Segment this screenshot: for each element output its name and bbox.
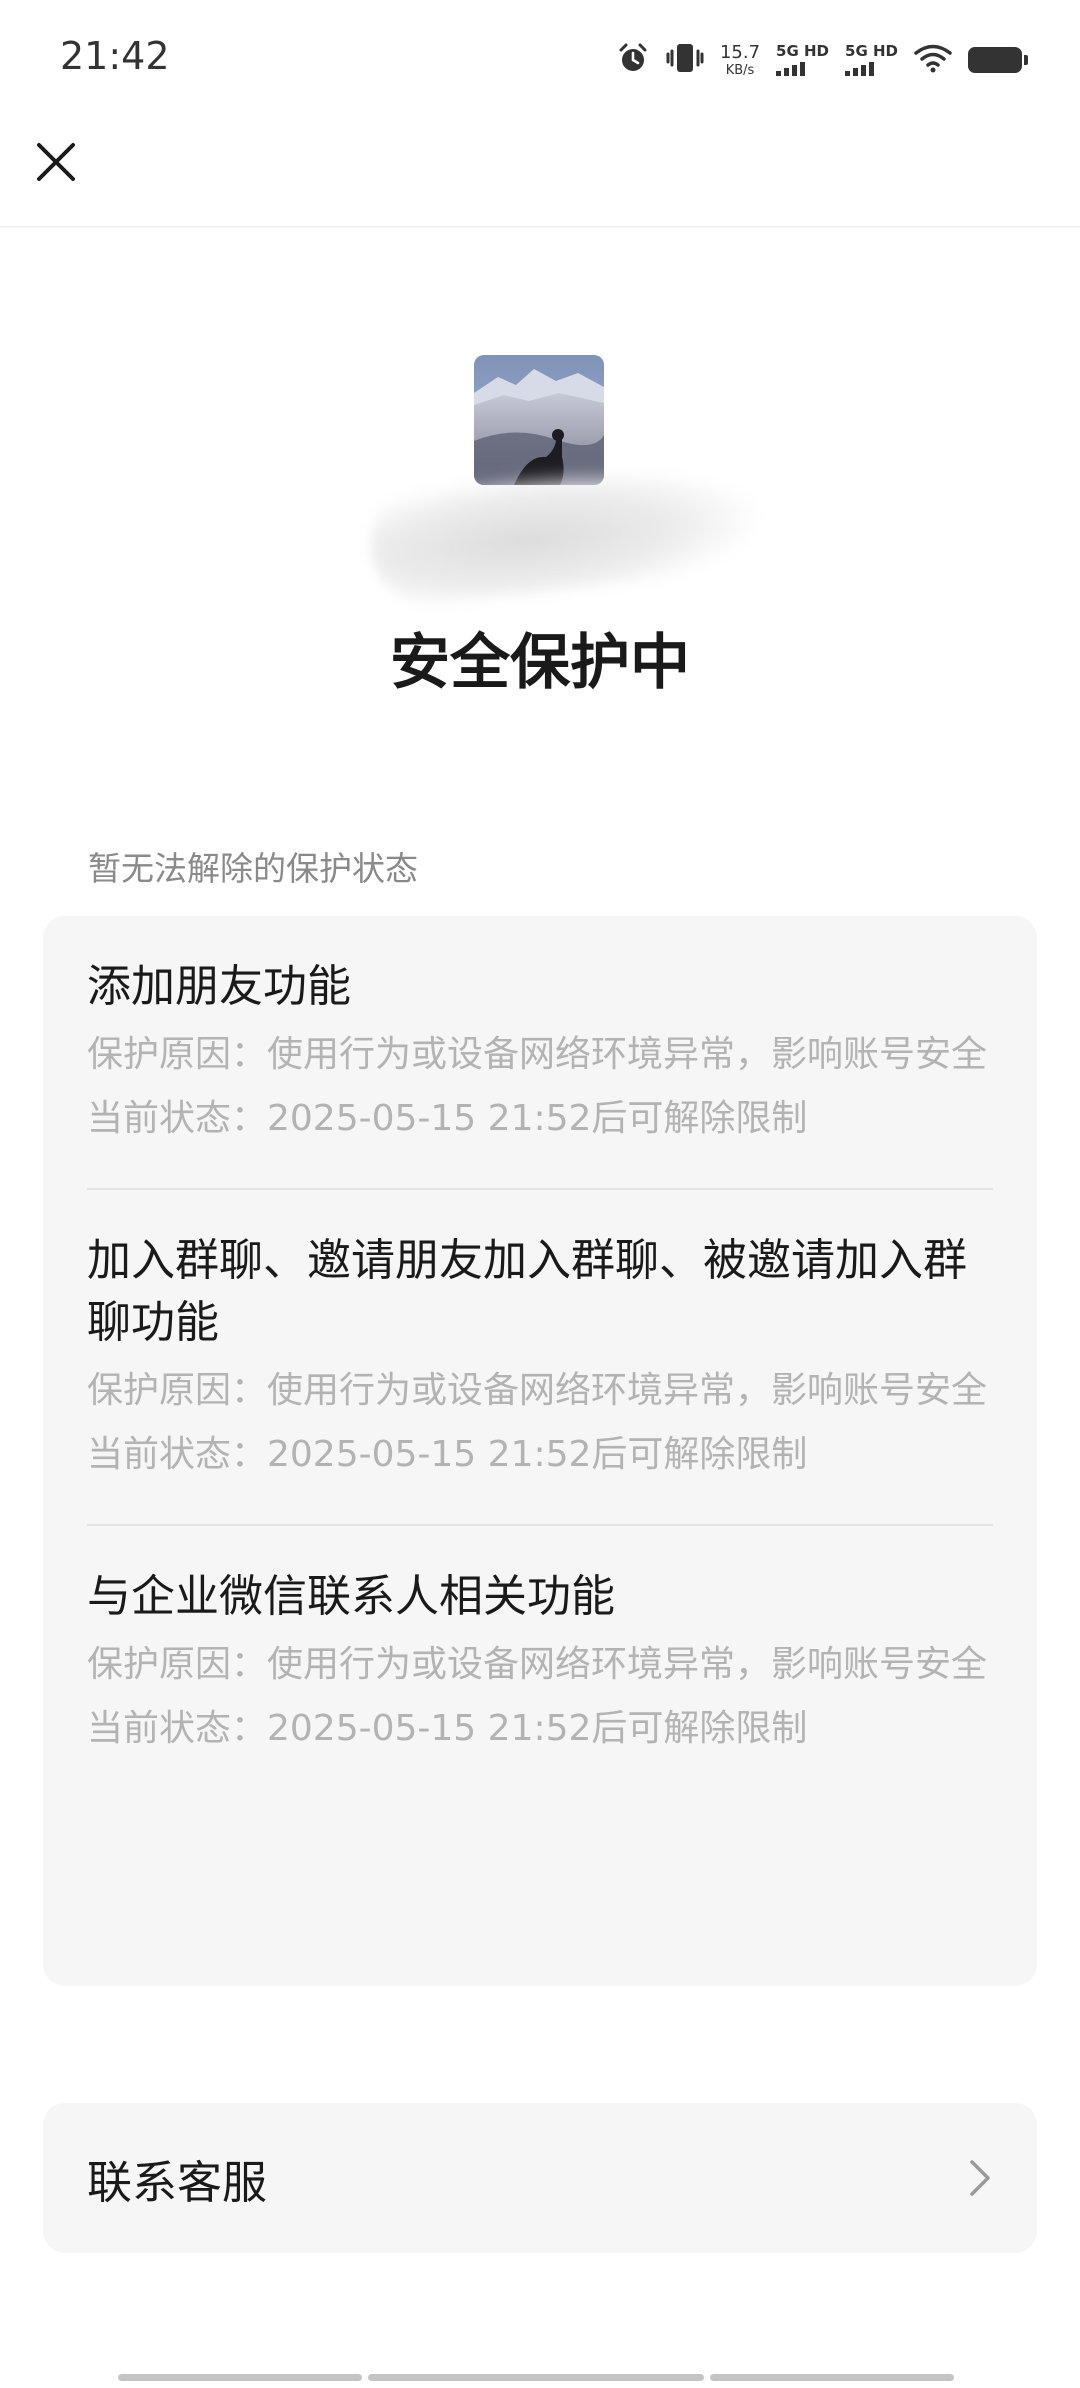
status-icons: 15.7 KB/s 5G HD 5G HD <box>616 38 1028 82</box>
item-status: 当前状态：2025-05-15 21:52后可解除限制 <box>87 1708 808 1749</box>
list-item: 添加朋友功能 保护原因：使用行为或设备网络环境异常，影响账号安全 当前状态：20… <box>87 916 993 1190</box>
contact-label: 联系客服 <box>87 2155 268 2209</box>
signal-label: 5G HD <box>845 42 898 60</box>
close-icon <box>37 143 75 181</box>
restrictions-card: 添加朋友功能 保护原因：使用行为或设备网络环境异常，影响账号安全 当前状态：20… <box>43 916 1037 1986</box>
status-bar: 21:42 15.7 KB/s 5G HD 5G HD <box>0 0 1080 110</box>
item-title: 添加朋友功能 <box>87 961 351 1012</box>
item-status: 当前状态：2025-05-15 21:52后可解除限制 <box>87 1098 808 1139</box>
signal-icon: 5G HD <box>776 44 829 76</box>
chevron-right-icon <box>970 2160 990 2196</box>
signal-label: 5G HD <box>776 42 830 60</box>
item-title: 与企业微信联系人相关功能 <box>87 1571 615 1622</box>
vibrate-icon <box>666 41 704 79</box>
net-speed-value: 15.7 <box>719 41 761 63</box>
home-indicator[interactable] <box>118 2374 962 2381</box>
alarm-icon <box>616 41 650 79</box>
wifi-icon <box>914 43 952 77</box>
contact-support-button[interactable]: 联系客服 <box>43 2103 1037 2253</box>
battery-icon <box>968 47 1028 73</box>
item-reason: 保护原因：使用行为或设备网络环境异常，影响账号安全 <box>87 1370 988 1411</box>
signal-icon: 5G HD <box>845 44 898 76</box>
net-speed: 15.7 KB/s <box>719 41 761 78</box>
list-item: 加入群聊、邀请朋友加入群聊、被邀请加入群聊功能 保护原因：使用行为或设备网络环境… <box>87 1190 993 1526</box>
item-reason: 保护原因：使用行为或设备网络环境异常，影响账号安全 <box>87 1034 988 1075</box>
item-reason: 保护原因：使用行为或设备网络环境异常，影响账号安全 <box>87 1644 988 1685</box>
avatar <box>474 355 604 485</box>
close-button[interactable] <box>26 132 86 192</box>
nav-bar <box>0 110 1080 228</box>
status-time: 21:42 <box>60 34 170 78</box>
redaction-smudge <box>364 449 766 611</box>
page-title: 安全保护中 <box>390 628 690 698</box>
section-label: 暂无法解除的保护状态 <box>88 849 418 888</box>
item-title: 加入群聊、邀请朋友加入群聊、被邀请加入群聊功能 <box>87 1235 967 1348</box>
screen: 21:42 15.7 KB/s 5G HD 5G HD 安全保护中 暂无法解除的… <box>0 0 1080 2388</box>
list-item: 与企业微信联系人相关功能 保护原因：使用行为或设备网络环境异常，影响账号安全 当… <box>87 1526 993 1796</box>
net-speed-unit: KB/s <box>725 62 755 78</box>
item-status: 当前状态：2025-05-15 21:52后可解除限制 <box>87 1434 808 1475</box>
